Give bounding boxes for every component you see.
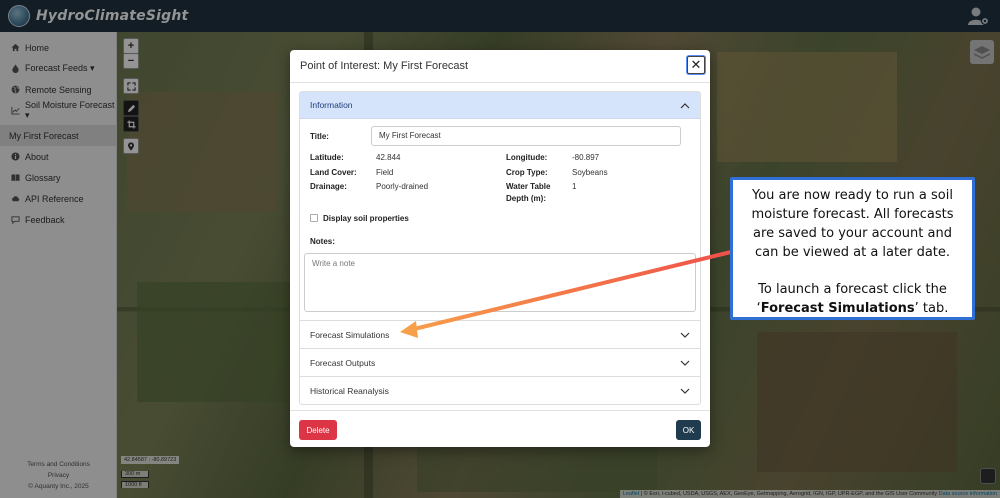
land-cover-value: Field	[376, 168, 394, 177]
callout-text-1: You are now ready to run a soil moisture…	[751, 188, 954, 260]
notes-textarea[interactable]: Write a note	[304, 253, 696, 312]
section-title: Forecast Outputs	[310, 357, 376, 368]
modal-title: Point of Interest: My First Forecast	[300, 60, 469, 72]
notes-label: Notes:	[310, 237, 335, 246]
drainage-label: Drainage:	[310, 182, 347, 191]
poi-accordion: Information Title: My First Forecast Lat…	[299, 91, 701, 405]
tutorial-callout: You are now ready to run a soil moisture…	[730, 177, 975, 320]
chevron-down-icon	[680, 388, 690, 394]
latitude-label: Latitude:	[310, 153, 344, 162]
latitude-value: 42.844	[376, 153, 401, 162]
drainage-value: Poorly-drained	[376, 182, 429, 191]
crop-type-value: Soybeans	[572, 168, 608, 177]
section-title: Information	[310, 100, 353, 110]
poi-modal: Point of Interest: My First Forecast ✕ I…	[290, 50, 710, 447]
soil-properties-checkbox[interactable]	[310, 214, 318, 222]
forecast-outputs-tab[interactable]: Forecast Outputs	[300, 348, 700, 376]
ok-button[interactable]: OK	[676, 420, 701, 440]
longitude-value: -80.897	[572, 153, 600, 162]
chevron-down-icon	[680, 332, 690, 338]
section-title: Historical Reanalysis	[310, 385, 389, 396]
longitude-label: Longitude:	[506, 153, 548, 162]
title-input[interactable]: My First Forecast	[371, 126, 681, 146]
title-label: Title:	[310, 132, 329, 141]
water-table-label-line2: Depth (m):	[506, 194, 546, 203]
information-section-body: Title: My First Forecast Latitude: 42.84…	[300, 119, 700, 320]
water-table-label-line1: Water Table	[506, 182, 551, 191]
chevron-up-icon	[680, 103, 690, 109]
information-section-header[interactable]: Information	[300, 92, 700, 119]
section-title: Forecast Simulations	[310, 329, 390, 340]
historical-reanalysis-tab[interactable]: Historical Reanalysis	[300, 376, 700, 404]
callout-text-2: To launch a forecast click the ‘Forecast…	[756, 282, 949, 316]
close-icon: ✕	[690, 57, 702, 72]
close-button[interactable]: ✕	[687, 56, 705, 74]
modal-footer: Delete OK	[290, 410, 710, 447]
chevron-down-icon	[680, 360, 690, 366]
soil-properties-label[interactable]: Display soil properties	[323, 214, 409, 223]
land-cover-label: Land Cover:	[310, 168, 357, 177]
water-table-value: 1	[572, 182, 577, 191]
delete-button[interactable]: Delete	[299, 420, 337, 440]
crop-type-label: Crop Type:	[506, 168, 548, 177]
forecast-simulations-tab[interactable]: Forecast Simulations	[300, 320, 700, 348]
callout-emphasis: Forecast Simulations	[760, 301, 915, 316]
modal-header: Point of Interest: My First Forecast	[290, 50, 710, 83]
